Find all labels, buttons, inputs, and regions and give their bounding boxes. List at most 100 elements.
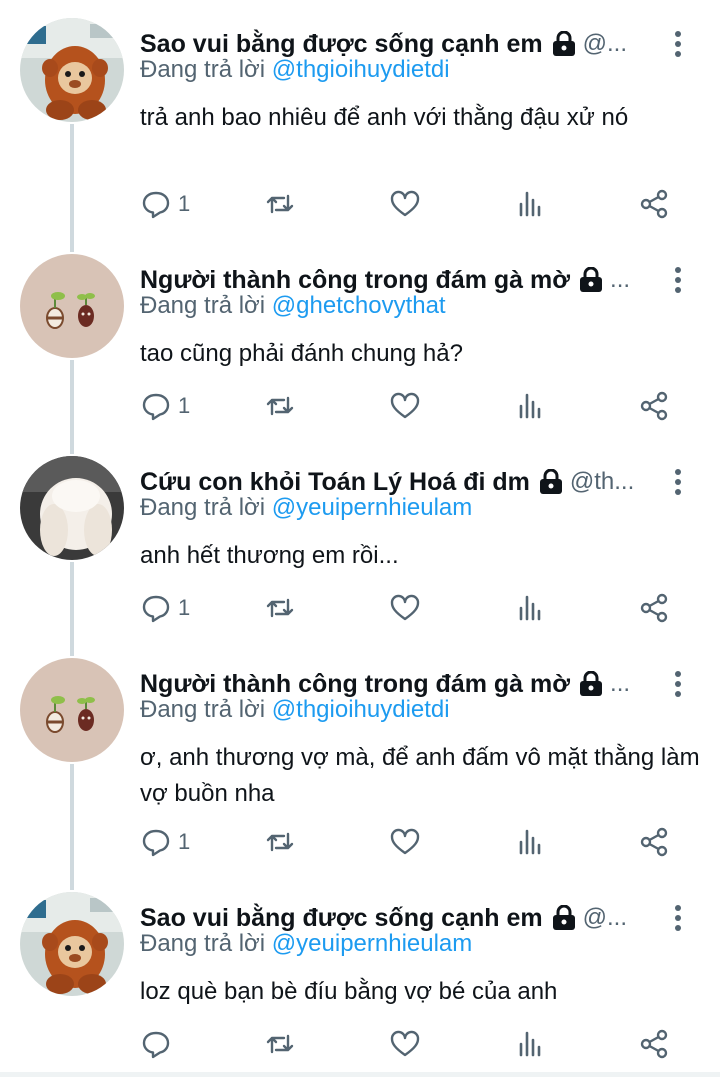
tweet-text: ơ, anh thương vợ mà, để anh đấm vô mặt t… — [140, 744, 700, 807]
tweet-actions: 1 — [140, 588, 700, 628]
tweet[interactable]: Cứu con khỏi Toán Lý Hoá đi dm @th... Đa… — [0, 456, 720, 656]
heart-icon — [390, 392, 420, 419]
heart-icon — [390, 828, 420, 855]
user-handle[interactable]: @th... — [570, 468, 634, 496]
analytics-icon — [519, 829, 541, 855]
reply-count: 1 — [178, 595, 191, 620]
lock-icon — [539, 469, 562, 494]
heart-icon — [390, 190, 420, 217]
reply-prefix: Đang trả lời — [140, 930, 266, 957]
user-handle[interactable]: ... — [610, 670, 630, 698]
share-icon — [640, 827, 668, 857]
like-button[interactable] — [389, 184, 421, 224]
reply-button[interactable]: 1 — [140, 822, 190, 862]
retweet-icon — [266, 396, 294, 416]
analytics-icon — [519, 393, 541, 419]
tweet[interactable]: Sao vui bằng được sống cạnh em @... Đang… — [0, 892, 720, 1070]
retweet-icon — [266, 194, 294, 214]
replying-to: Đang trả lời @thgioihuydietdi — [140, 56, 450, 84]
reply-icon — [142, 393, 170, 421]
tweet-actions: 1 — [140, 386, 700, 426]
retweet-button[interactable] — [264, 1024, 296, 1064]
display-name[interactable]: Người thành công trong đám gà mờ — [140, 670, 570, 699]
display-name[interactable]: Người thành công trong đám gà mờ — [140, 266, 570, 295]
reply-icon — [142, 191, 170, 219]
user-handle[interactable]: @... — [583, 904, 627, 932]
more-vertical-icon[interactable] — [664, 464, 692, 500]
avatar[interactable] — [20, 254, 124, 358]
reply-icon — [142, 829, 170, 857]
reply-button[interactable]: 1 — [140, 184, 190, 224]
share-icon — [640, 1029, 668, 1059]
like-button[interactable] — [389, 1024, 421, 1064]
share-button[interactable] — [638, 822, 670, 862]
share-icon — [640, 391, 668, 421]
tweet[interactable]: Người thành công trong đám gà mờ ... Đan… — [0, 658, 720, 888]
more-vertical-icon[interactable] — [664, 666, 692, 702]
tweet[interactable]: Người thành công trong đám gà mờ ... Đan… — [0, 254, 720, 454]
more-vertical-icon[interactable] — [664, 900, 692, 936]
mention-link[interactable]: @thgioihuydietdi — [272, 696, 450, 723]
tweet-actions — [140, 1024, 700, 1064]
tweet-actions: 1 — [140, 184, 700, 224]
more-vertical-icon[interactable] — [664, 262, 692, 298]
analytics-icon — [519, 191, 541, 217]
mention-link[interactable]: @yeuipernhieulam — [272, 930, 472, 957]
analytics-button[interactable] — [514, 386, 546, 426]
reply-button[interactable] — [140, 1024, 178, 1064]
display-name[interactable]: Sao vui bằng được sống cạnh em — [140, 904, 543, 933]
display-name[interactable]: Sao vui bằng được sống cạnh em — [140, 30, 543, 59]
share-icon — [640, 189, 668, 219]
avatar[interactable] — [20, 18, 124, 122]
analytics-icon — [519, 595, 541, 621]
reply-prefix: Đang trả lời — [140, 494, 266, 521]
analytics-button[interactable] — [514, 184, 546, 224]
like-button[interactable] — [389, 822, 421, 862]
retweet-icon — [266, 598, 294, 618]
replying-to: Đang trả lời @thgioihuydietdi — [140, 696, 450, 724]
retweet-button[interactable] — [264, 822, 296, 862]
like-button[interactable] — [389, 386, 421, 426]
share-icon — [640, 593, 668, 623]
tweet-text: tao cũng phải đánh chung hả? — [140, 340, 463, 367]
mention-link[interactable]: @yeuipernhieulam — [272, 494, 472, 521]
more-vertical-icon[interactable] — [664, 26, 692, 62]
share-button[interactable] — [638, 1024, 670, 1064]
replying-to: Đang trả lời @yeuipernhieulam — [140, 930, 472, 958]
retweet-button[interactable] — [264, 184, 296, 224]
tweet-text: trả anh bao nhiêu để anh với thằng đậu x… — [140, 104, 629, 131]
retweet-button[interactable] — [264, 386, 296, 426]
analytics-button[interactable] — [514, 1024, 546, 1064]
replying-to: Đang trả lời @yeuipernhieulam — [140, 494, 472, 522]
analytics-icon — [519, 1031, 541, 1057]
lock-icon — [552, 31, 575, 56]
heart-icon — [390, 1030, 420, 1057]
lock-icon — [580, 267, 603, 292]
reply-count: 1 — [178, 393, 191, 418]
lock-icon — [552, 905, 575, 930]
user-handle[interactable]: ... — [610, 266, 630, 294]
mention-link[interactable]: @ghetchovythat — [272, 292, 446, 319]
user-handle[interactable]: @... — [583, 30, 627, 58]
reply-button[interactable]: 1 — [140, 588, 190, 628]
reply-button[interactable]: 1 — [140, 386, 190, 426]
avatar[interactable] — [20, 658, 124, 762]
share-button[interactable] — [638, 184, 670, 224]
share-button[interactable] — [638, 588, 670, 628]
reply-count: 1 — [178, 191, 191, 216]
tweet[interactable]: Sao vui bằng được sống cạnh em @... Đang… — [0, 18, 720, 248]
retweet-button[interactable] — [264, 588, 296, 628]
reply-prefix: Đang trả lời — [140, 292, 266, 319]
share-button[interactable] — [638, 386, 670, 426]
retweet-icon — [266, 1034, 294, 1054]
lock-icon — [580, 671, 603, 696]
like-button[interactable] — [389, 588, 421, 628]
reply-count: 1 — [178, 829, 191, 854]
mention-link[interactable]: @thgioihuydietdi — [272, 56, 450, 83]
analytics-button[interactable] — [514, 588, 546, 628]
avatar[interactable] — [20, 892, 124, 996]
display-name[interactable]: Cứu con khỏi Toán Lý Hoá đi dm — [140, 468, 530, 497]
analytics-button[interactable] — [514, 822, 546, 862]
avatar[interactable] — [20, 456, 124, 560]
tweet-text: anh hết thương em rồi... — [140, 542, 399, 569]
